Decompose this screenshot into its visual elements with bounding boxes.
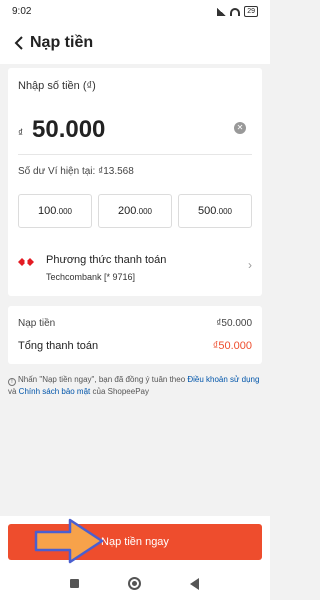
quick-amount-main: 100 [38,205,57,217]
terms-link[interactable]: Điều khoản sử dụng [187,375,259,384]
total-value: ₫50.000 [212,340,252,352]
quick-amount-sub: .000 [216,206,232,216]
notice-text: và [8,387,19,396]
payment-method-row[interactable]: Phương thức thanh toán Techcombank [* 97… [8,248,262,290]
quick-amounts: 100.000 200.000 500.000 [18,194,252,228]
home-icon[interactable] [128,577,141,590]
app-header: Nạp tiền [0,24,270,64]
techcombank-logo-icon [18,258,34,266]
privacy-link[interactable]: Chính sách bảo mật [19,387,91,396]
currency-symbol: ₫ [18,128,24,139]
signal-icon [217,7,227,16]
system-nav-bar [0,568,270,600]
quick-amount-main: 500 [198,205,217,217]
total-label: Tổng thanh toán [18,340,99,352]
topup-label: Nạp tiền [18,318,56,329]
topup-value: ₫50.000 [216,318,252,329]
amount-value[interactable]: 50.000 [32,116,105,144]
pointer-arrow-icon [34,518,104,564]
payment-method-title: Phương thức thanh toán [46,254,167,266]
info-icon: ! [8,378,16,386]
wallet-balance: Số dư Ví hiện tại: ₫13.568 [18,166,134,177]
quick-amount-main: 200 [118,205,137,217]
divider [18,154,252,155]
status-time: 9:02 [12,6,32,17]
quick-amount-sub: .000 [136,206,152,216]
quick-amount-100k[interactable]: 100.000 [18,194,92,228]
quick-amount-500k[interactable]: 500.000 [178,194,252,228]
status-bar: 9:02 29 [0,0,270,24]
quick-amount-sub: .000 [56,206,72,216]
page-title: Nạp tiền [30,34,94,51]
notice-text: của ShopeePay [90,387,150,396]
quick-amount-200k[interactable]: 200.000 [98,194,172,228]
payment-method-bank: Techcombank [* 9716] [46,272,136,282]
notice-text: Nhấn "Nạp tiền ngay", bạn đã đồng ý tuân… [18,375,188,384]
amount-label: Nhập số tiền (₫) [18,80,96,92]
amount-card: Nhập số tiền (₫) ₫ 50.000 ✕ Số dư Ví hiệ… [8,68,262,296]
wifi-icon [230,7,241,16]
summary-card: Nạp tiền ₫50.000 Tổng thanh toán ₫50.000 [8,306,262,364]
amount-input[interactable]: ₫ 50.000 ✕ [18,114,252,146]
terms-notice: ! Nhấn "Nạp tiền ngay", bạn đã đồng ý tuâ… [8,374,262,398]
back-nav-icon[interactable] [190,578,199,590]
back-icon[interactable] [10,33,30,53]
recent-apps-icon[interactable] [70,579,79,588]
clear-icon[interactable]: ✕ [234,122,246,134]
chevron-right-icon: › [248,258,252,272]
status-icons: 29 [217,6,258,17]
battery-icon: 29 [244,6,258,17]
